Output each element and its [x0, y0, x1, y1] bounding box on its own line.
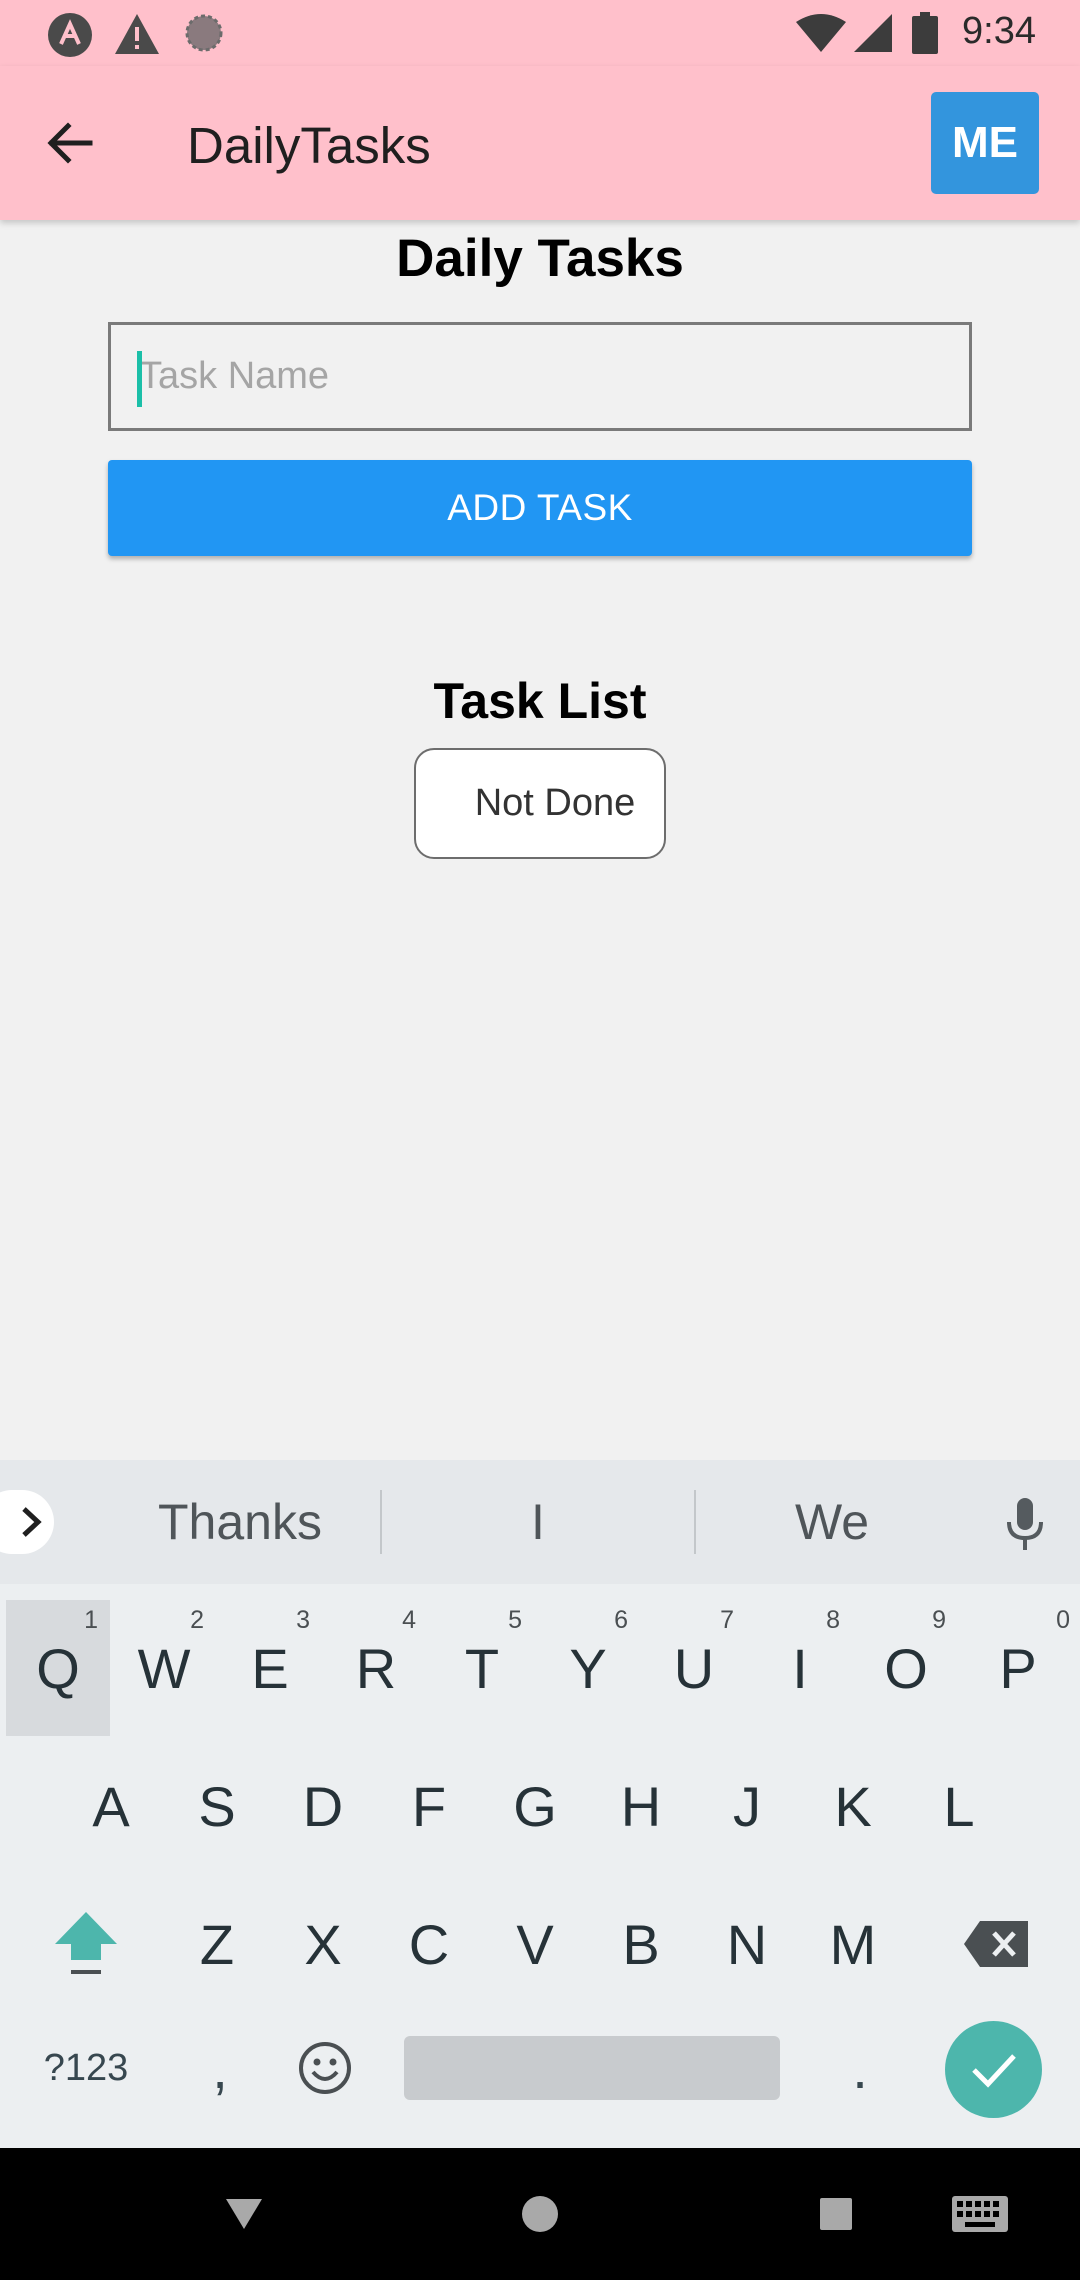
key-y[interactable]: Y6	[536, 1600, 640, 1736]
app-title: DailyTasks	[187, 117, 431, 174]
task-list-heading: Task List	[433, 673, 647, 729]
suggestion-divider	[694, 1490, 696, 1554]
nav-back-button[interactable]	[212, 2182, 276, 2246]
suggestion-1[interactable]: Thanks	[80, 1460, 400, 1584]
key-s[interactable]: S	[165, 1738, 269, 1874]
microphone-icon[interactable]	[1000, 1496, 1050, 1552]
recents-square-icon	[820, 2198, 852, 2230]
key-b[interactable]: B	[589, 1876, 693, 2012]
suggestion-3[interactable]: We	[697, 1460, 967, 1584]
key-n[interactable]: N	[695, 1876, 799, 2012]
shift-arrow-icon	[55, 1912, 117, 1974]
key-u[interactable]: U7	[642, 1600, 746, 1736]
key-i[interactable]: I8	[748, 1600, 852, 1736]
status-time: 9:34	[962, 10, 1036, 52]
sync-icon	[185, 14, 223, 52]
key-o[interactable]: O9	[854, 1600, 958, 1736]
page-heading: Daily Tasks	[396, 229, 684, 288]
key-p[interactable]: P0	[966, 1600, 1070, 1736]
suggestion-strip: Thanks I We	[0, 1460, 1080, 1584]
expand-suggestions-button[interactable]	[0, 1490, 54, 1554]
key-m[interactable]: M	[801, 1876, 905, 2012]
not-done-filter-button[interactable]: Not Done	[414, 748, 666, 859]
emoji-key[interactable]	[273, 2000, 377, 2136]
nav-home-button[interactable]	[508, 2182, 572, 2246]
nav-keyboard-button[interactable]	[946, 2182, 1014, 2246]
task-name-field[interactable]	[108, 322, 972, 431]
key-z[interactable]: Z	[165, 1876, 269, 2012]
key-x[interactable]: X	[271, 1876, 375, 2012]
key-l[interactable]: L	[907, 1738, 1011, 1874]
warning-icon	[115, 14, 159, 54]
comma-key[interactable]: ,	[168, 2000, 272, 2136]
key-j[interactable]: J	[695, 1738, 799, 1874]
back-triangle-icon	[226, 2199, 262, 2229]
key-q[interactable]: Q1	[6, 1600, 110, 1736]
backspace-key[interactable]	[944, 1876, 1048, 2012]
key-w[interactable]: W2	[112, 1600, 216, 1736]
shift-key[interactable]	[34, 1876, 138, 2012]
arrow-back-icon	[47, 122, 93, 164]
chevron-right-icon	[22, 1507, 42, 1537]
key-r[interactable]: R4	[324, 1600, 428, 1736]
symbols-key[interactable]: ?123	[34, 2000, 138, 2136]
emoji-smiley-icon	[299, 2042, 351, 2094]
home-circle-icon	[522, 2196, 558, 2232]
me-button[interactable]: ME	[931, 92, 1039, 194]
nav-recents-button[interactable]	[804, 2182, 868, 2246]
app-bar: DailyTasks ME	[0, 66, 1080, 220]
wifi-icon	[796, 14, 846, 52]
key-a[interactable]: A	[59, 1738, 163, 1874]
soft-keyboard: Thanks I We Q1 W2 E3 R4 T5 Y6 U7 I8 O9 P…	[0, 1460, 1080, 2148]
checkmark-icon	[971, 2053, 1016, 2088]
key-h[interactable]: H	[589, 1738, 693, 1874]
key-c[interactable]: C	[377, 1876, 481, 2012]
add-task-button[interactable]: ADD TASK	[108, 460, 972, 556]
launcher-a-icon	[48, 13, 92, 57]
suggestion-2[interactable]: I	[383, 1460, 693, 1584]
navigation-bar	[0, 2148, 1080, 2280]
key-t[interactable]: T5	[430, 1600, 534, 1736]
suggestion-divider	[380, 1490, 382, 1554]
key-v[interactable]: V	[483, 1876, 587, 2012]
period-key[interactable]: .	[808, 2000, 912, 2136]
battery-icon	[912, 12, 938, 54]
key-g[interactable]: G	[483, 1738, 587, 1874]
status-bar: 9:34	[0, 0, 1080, 66]
space-key[interactable]	[404, 2036, 780, 2100]
key-f[interactable]: F	[377, 1738, 481, 1874]
text-cursor	[137, 351, 142, 407]
enter-key[interactable]	[945, 2021, 1042, 2118]
backspace-icon	[964, 1921, 1028, 1967]
key-e[interactable]: E3	[218, 1600, 322, 1736]
task-name-input[interactable]	[111, 325, 969, 428]
back-button[interactable]	[38, 111, 102, 175]
key-k[interactable]: K	[801, 1738, 905, 1874]
signal-icon	[854, 14, 892, 52]
key-d[interactable]: D	[271, 1738, 375, 1874]
keyboard-icon	[952, 2196, 1008, 2232]
